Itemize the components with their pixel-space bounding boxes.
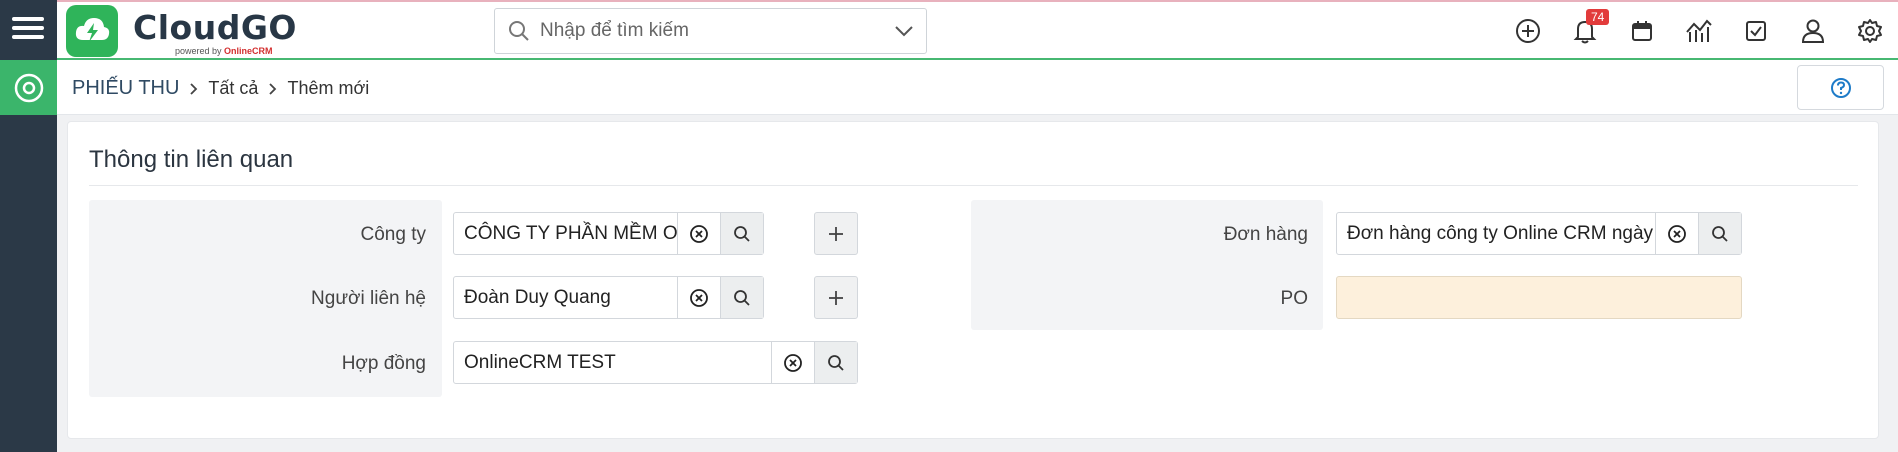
help-icon [1830,77,1851,98]
clear-icon[interactable] [1655,213,1698,254]
breadcrumb-module[interactable]: PHIẾU THU [72,77,179,100]
app-logo[interactable]: CloudGO powered by OnlineCRM [66,5,297,57]
add-icon[interactable] [1499,2,1556,60]
cloud-icon [66,5,118,57]
chevron-down-icon[interactable] [894,25,914,37]
po-input[interactable] [1336,276,1742,319]
right-fields-panel [971,200,1323,330]
notification-badge: 74 [1586,9,1610,25]
order-value[interactable]: Đơn hàng công ty Online CRM ngày [1337,213,1655,254]
breadcrumb-add-new: Thêm mới [287,78,370,98]
chart-icon[interactable] [1670,2,1727,60]
task-check-icon[interactable] [1727,2,1784,60]
notification-bell-icon[interactable]: 74 [1556,2,1613,60]
related-info-card: Thông tin liên quan Công ty CÔNG TY PHẦN… [67,121,1879,439]
add-company-button[interactable] [814,212,858,255]
contact-field[interactable]: Đoàn Duy Quang [453,276,764,319]
order-label: Đơn hàng [1223,224,1308,245]
contract-label: Hợp đồng [341,353,426,374]
search-icon [509,21,529,41]
chevron-right-icon [189,82,198,96]
contract-value[interactable]: OnlineCRM TEST [454,342,771,383]
search-icon[interactable] [814,342,857,383]
plus-icon [829,290,843,305]
module-home-button[interactable] [0,60,57,115]
clear-icon[interactable] [677,213,720,254]
search-icon[interactable] [1698,213,1741,254]
breadcrumb: PHIẾU THU Tất cả Thêm mới [72,77,369,100]
order-field[interactable]: Đơn hàng công ty Online CRM ngày [1336,212,1742,255]
contact-value[interactable]: Đoàn Duy Quang [454,277,677,318]
settings-gear-icon[interactable] [1841,2,1898,60]
logo-powered-text: powered by [175,45,222,56]
divider [89,185,1858,186]
user-profile-icon[interactable] [1784,2,1841,60]
search-icon[interactable] [720,213,763,254]
add-contact-button[interactable] [814,276,858,319]
breadcrumb-bar: PHIẾU THU Tất cả Thêm mới [57,60,1898,115]
target-icon [14,73,43,102]
plus-icon [829,226,843,241]
breadcrumb-all[interactable]: Tất cả [208,78,258,99]
top-icons: 74 [1499,2,1898,60]
search-placeholder: Nhập để tìm kiếm [540,20,689,41]
search-icon[interactable] [720,277,763,318]
sidebar [0,0,57,452]
logo-brand-text: OnlineCRM [224,45,273,56]
logo-title: CloudGO [133,7,297,47]
clear-icon[interactable] [771,342,814,383]
menu-icon[interactable] [10,12,46,48]
top-bar: CloudGO powered by OnlineCRM Nhập để tìm… [57,0,1898,60]
calendar-icon[interactable] [1613,2,1670,60]
contract-field[interactable]: OnlineCRM TEST [453,341,858,384]
company-value[interactable]: CÔNG TY PHẦN MỀM ONLIN [454,213,677,254]
search-input[interactable]: Nhập để tìm kiếm [494,8,927,54]
section-title: Thông tin liên quan [89,146,294,173]
logo-subtitle: powered by OnlineCRM [175,46,273,56]
company-field[interactable]: CÔNG TY PHẦN MỀM ONLIN [453,212,764,255]
clear-icon[interactable] [677,277,720,318]
help-button[interactable] [1797,65,1884,110]
chevron-right-icon [268,82,277,96]
contact-label: Người liên hệ [311,288,426,309]
company-label: Công ty [360,224,426,245]
po-label: PO [1280,288,1308,309]
